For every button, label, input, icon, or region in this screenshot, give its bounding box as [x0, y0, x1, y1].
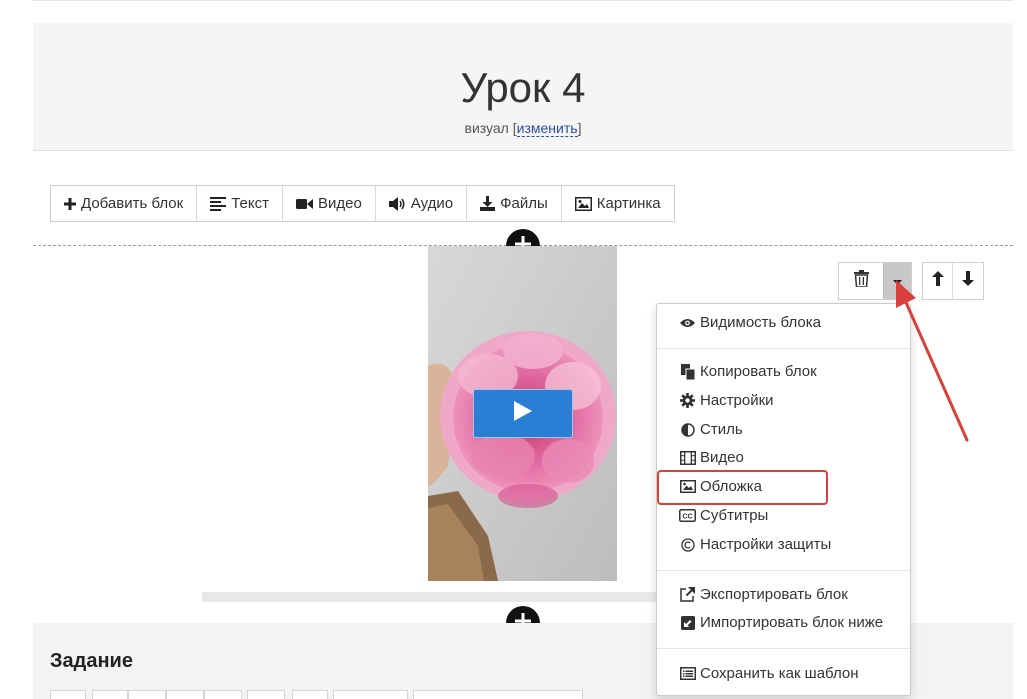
- top-divider: [33, 0, 1013, 1]
- download-icon: [480, 196, 496, 211]
- menu-item-import-label: Импортировать блок ниже: [700, 614, 884, 631]
- image-block-button[interactable]: Картинка: [562, 186, 674, 221]
- volume-icon: [388, 196, 406, 211]
- menu-item-visibility-label: Видимость блока: [700, 314, 821, 331]
- change-visual-link[interactable]: изменить: [516, 120, 578, 137]
- task-tool-button[interactable]: [128, 690, 166, 699]
- menu-item-subtitles[interactable]: CC Субтитры: [679, 507, 768, 524]
- menu-item-copy[interactable]: Копировать блок: [679, 363, 817, 380]
- video-block-button[interactable]: Видео: [283, 186, 376, 221]
- menu-item-protection-label: Настройки защиты: [700, 536, 832, 553]
- menu-separator: [657, 570, 910, 571]
- video-camera-icon: [295, 198, 313, 210]
- text-block-label: Текст: [231, 195, 269, 212]
- add-block-button[interactable]: Добавить блок: [51, 186, 198, 221]
- task-tool-button[interactable]: [292, 690, 328, 699]
- task-heading: Задание: [50, 650, 133, 672]
- menu-item-protection[interactable]: Настройки защиты: [679, 536, 831, 553]
- template-icon: [679, 667, 696, 680]
- menu-item-save-template-label: Сохранить как шаблон: [700, 665, 859, 682]
- task-tool-button[interactable]: [247, 690, 285, 699]
- menu-item-style-label: Стиль: [700, 421, 743, 438]
- task-tool-button[interactable]: [50, 690, 86, 699]
- external-link-icon: [679, 587, 696, 602]
- lesson-header: Урок 4 визуал [изменить]: [33, 23, 1013, 151]
- task-tool-button[interactable]: [204, 690, 242, 699]
- contrast-icon: [679, 422, 696, 437]
- copy-icon: [679, 363, 696, 380]
- copyright-icon: [679, 537, 696, 552]
- menu-item-visibility[interactable]: Видимость блока: [679, 314, 821, 331]
- video-block-label: Видео: [317, 195, 362, 212]
- play-button[interactable]: [473, 389, 573, 438]
- menu-item-subtitles-label: Субтитры: [700, 507, 769, 524]
- menu-item-copy-label: Копировать блок: [700, 363, 817, 380]
- files-block-button[interactable]: Файлы: [467, 186, 562, 221]
- menu-item-video-label: Видео: [700, 449, 744, 466]
- audio-block-label: Аудио: [410, 195, 454, 212]
- cover-highlight-box: [657, 470, 828, 505]
- import-icon: [679, 615, 696, 630]
- play-icon: [514, 401, 532, 426]
- visual-mode-label: визуал: [464, 120, 509, 136]
- add-block-label: Добавить блок: [81, 195, 184, 212]
- delete-block-button[interactable]: [839, 263, 883, 299]
- trash-icon: [853, 270, 869, 292]
- task-tool-button[interactable]: [413, 690, 583, 699]
- align-left-icon: [210, 196, 227, 211]
- plus-icon: [64, 197, 76, 210]
- film-icon: [679, 450, 696, 465]
- menu-separator: [657, 348, 910, 349]
- menu-item-video[interactable]: Видео: [679, 449, 744, 466]
- closed-captions-icon: CC: [679, 509, 696, 522]
- menu-item-settings-label: Настройки: [700, 392, 774, 409]
- menu-item-settings[interactable]: Настройки: [679, 392, 774, 409]
- task-tool-button[interactable]: [333, 690, 408, 699]
- annotation-arrow-icon: [896, 280, 969, 442]
- gear-icon: [679, 393, 696, 408]
- svg-text:CC: CC: [682, 514, 692, 521]
- picture-icon: [574, 196, 592, 211]
- audio-block-button[interactable]: Аудио: [376, 186, 468, 221]
- menu-item-style[interactable]: Стиль: [679, 421, 743, 438]
- image-block-label: Картинка: [596, 195, 661, 212]
- visual-mode-line: визуал [изменить]: [33, 120, 1013, 137]
- menu-item-save-template[interactable]: Сохранить как шаблон: [679, 665, 859, 682]
- menu-separator: [657, 648, 910, 649]
- menu-item-export-label: Экспортировать блок: [700, 586, 848, 603]
- menu-item-export[interactable]: Экспортировать блок: [679, 586, 848, 603]
- page-title: Урок 4: [460, 64, 586, 111]
- task-tool-button[interactable]: [92, 690, 128, 699]
- menu-item-import[interactable]: Импортировать блок ниже: [679, 614, 883, 631]
- video-progress-track: [202, 592, 662, 602]
- task-tool-button[interactable]: [166, 690, 204, 699]
- video-player[interactable]: [428, 246, 617, 581]
- block-toolbar: Добавить блок Текст Видео Аудио Файлы Ка…: [50, 185, 675, 222]
- files-block-label: Файлы: [500, 195, 548, 212]
- text-block-button[interactable]: Текст: [197, 186, 283, 221]
- bracket-close: ]: [577, 120, 582, 136]
- eye-icon: [679, 318, 696, 328]
